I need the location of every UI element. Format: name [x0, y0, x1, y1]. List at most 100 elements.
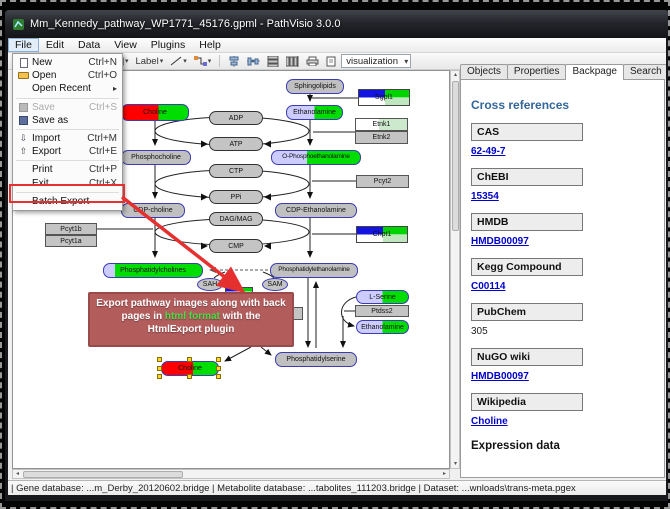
- xref-link[interactable]: HMDB00097: [471, 371, 654, 382]
- node-pcyt1a[interactable]: Pcyt1a: [45, 235, 97, 247]
- menu-file[interactable]: File: [8, 38, 39, 52]
- xref-section-wikipedia: Wikipedia Choline: [471, 393, 654, 427]
- menu-data[interactable]: Data: [71, 38, 107, 52]
- scroll-left-icon[interactable]: ◂: [13, 470, 22, 478]
- node-adp[interactable]: ADP: [209, 111, 263, 125]
- menuitem-open-recent[interactable]: Open Recent▸: [13, 82, 122, 95]
- align-center-button[interactable]: [226, 54, 242, 69]
- node-cmp[interactable]: CMP: [209, 239, 263, 253]
- canvas-vscrollbar[interactable]: ▴ ▾: [450, 70, 460, 469]
- vscroll-thumb[interactable]: [452, 81, 459, 231]
- node-ethanolamine-bottom[interactable]: Ethanolamine: [356, 320, 409, 334]
- node-sah[interactable]: SAH: [197, 278, 223, 291]
- node-etnk1[interactable]: Etnk1: [355, 118, 408, 131]
- connector-icon: [194, 56, 207, 66]
- hscroll-thumb[interactable]: [23, 471, 183, 478]
- node-choline-top[interactable]: Choline: [121, 104, 189, 121]
- node-sphingolipids[interactable]: Sphingolipids: [286, 79, 344, 94]
- menu-separator: [16, 129, 119, 130]
- tab-objects[interactable]: Objects: [460, 64, 508, 79]
- xref-link[interactable]: HMDB00097: [471, 236, 654, 247]
- import-icon: ⇩: [17, 133, 30, 144]
- open-folder-icon: [17, 70, 30, 81]
- selection-handle[interactable]: [216, 374, 221, 379]
- node-o-phosphoethanolamine[interactable]: O-Phosphoethanolamine: [271, 150, 361, 165]
- page-setup-button[interactable]: [324, 54, 338, 69]
- tab-backpage[interactable]: Backpage: [565, 64, 623, 80]
- node-cdp-ethanolamine[interactable]: CDP-Ethanolamine: [275, 203, 357, 218]
- annotation-highlight: html format: [165, 311, 220, 322]
- tab-properties[interactable]: Properties: [507, 64, 567, 79]
- menuitem-save-as[interactable]: Save as: [13, 114, 122, 127]
- xref-link[interactable]: 15354: [471, 191, 654, 202]
- menu-view[interactable]: View: [107, 38, 144, 52]
- node-ptdss2[interactable]: Ptdss2: [355, 305, 409, 317]
- selection-handle[interactable]: [216, 357, 221, 362]
- new-file-icon: [17, 57, 30, 68]
- xref-link[interactable]: 62-49-7: [471, 146, 654, 157]
- align-center-icon: [228, 56, 240, 67]
- align-middle-button[interactable]: [245, 54, 262, 69]
- window-title: Mm_Kennedy_pathway_WP1771_45176.gpml - P…: [30, 18, 340, 30]
- visualization-combobox[interactable]: visualization ▾: [341, 54, 411, 68]
- align-middle-icon: [247, 56, 260, 67]
- selection-handle[interactable]: [187, 374, 192, 379]
- node-pcyt2[interactable]: Pcyt2: [356, 175, 409, 188]
- screenshot-frame: Mm_Kennedy_pathway_WP1771_45176.gpml - P…: [0, 0, 670, 509]
- xref-section-header: ChEBI: [471, 168, 583, 186]
- node-etnk2[interactable]: Etnk2: [355, 131, 408, 144]
- stack-vertical-button[interactable]: [265, 54, 281, 69]
- node-chpt1[interactable]: Chpt1: [356, 226, 408, 243]
- menuitem-new[interactable]: NewCtrl+N: [13, 56, 122, 69]
- node-pcyt1b[interactable]: Pcyt1b: [45, 223, 97, 235]
- selection-handle[interactable]: [157, 357, 162, 362]
- node-sgpl1[interactable]: Sgpl1: [358, 89, 410, 106]
- selection-handle[interactable]: [157, 366, 162, 371]
- label-tool-text: Label: [135, 56, 158, 67]
- node-sam[interactable]: SAM: [262, 278, 288, 291]
- node-ppi[interactable]: PPi: [209, 190, 263, 204]
- menuitem-print[interactable]: PrintCtrl+P: [13, 163, 122, 176]
- menu-help[interactable]: Help: [192, 38, 228, 52]
- tab-search[interactable]: Search: [623, 64, 666, 79]
- selection-handle[interactable]: [187, 357, 192, 362]
- xref-link[interactable]: Choline: [471, 416, 654, 427]
- batch-export-highlight-box: [9, 184, 125, 203]
- stack-horizontal-button[interactable]: [284, 54, 301, 69]
- menuitem-import[interactable]: ⇩ImportCtrl+M: [13, 132, 122, 145]
- dropdown-arrow-icon[interactable]: ▾: [399, 57, 408, 66]
- node-phosphatidylethanolamine[interactable]: Phosphatidylethanolamine: [270, 263, 358, 278]
- save-icon: [17, 102, 30, 113]
- canvas-hscrollbar[interactable]: ◂ ▸: [12, 469, 450, 479]
- scroll-down-icon[interactable]: ▾: [451, 460, 460, 468]
- connector-tool-button[interactable]: ▾: [192, 54, 214, 69]
- scroll-right-icon[interactable]: ▸: [440, 470, 449, 478]
- xref-section-hmdb: HMDB HMDB00097: [471, 213, 654, 247]
- scroll-up-icon[interactable]: ▴: [451, 71, 460, 79]
- node-phosphatidylcholines[interactable]: Phosphatidylcholines: [103, 263, 203, 278]
- selection-handle[interactable]: [216, 366, 221, 371]
- node-atp[interactable]: ATP: [209, 137, 263, 151]
- menu-edit[interactable]: Edit: [39, 38, 71, 52]
- node-ctp[interactable]: CTP: [209, 164, 263, 178]
- label-tool-button[interactable]: Label ▾: [133, 54, 165, 69]
- node-dag-mag[interactable]: DAG/MAG: [209, 212, 263, 226]
- xref-link[interactable]: C00114: [471, 281, 654, 292]
- titlebar[interactable]: Mm_Kennedy_pathway_WP1771_45176.gpml - P…: [5, 10, 669, 38]
- menuitem-save[interactable]: SaveCtrl+S: [13, 101, 122, 114]
- menuitem-export[interactable]: ⇧ExportCtrl+E: [13, 145, 122, 158]
- menu-separator: [16, 160, 119, 161]
- printer-button[interactable]: [304, 54, 321, 69]
- menuitem-open[interactable]: OpenCtrl+O: [13, 69, 122, 82]
- node-phosphatidylserine[interactable]: Phosphatidylserine: [275, 352, 357, 367]
- xref-section-header: PubChem: [471, 303, 583, 321]
- node-l-serine[interactable]: L-Serine: [356, 290, 409, 304]
- node-cdp-choline[interactable]: CDP-choline: [121, 203, 185, 218]
- node-ethanolamine-top[interactable]: Ethanolamine: [286, 105, 343, 120]
- submenu-arrow-icon: ▸: [113, 84, 117, 93]
- menu-plugins[interactable]: Plugins: [144, 38, 192, 52]
- node-phosphocholine[interactable]: Phosphocholine: [121, 150, 191, 165]
- selection-handle[interactable]: [157, 374, 162, 379]
- line-tool-button[interactable]: ▾: [168, 54, 189, 69]
- backpage-panel[interactable]: Cross references CAS 62-49-7 ChEBI 15354…: [460, 79, 665, 478]
